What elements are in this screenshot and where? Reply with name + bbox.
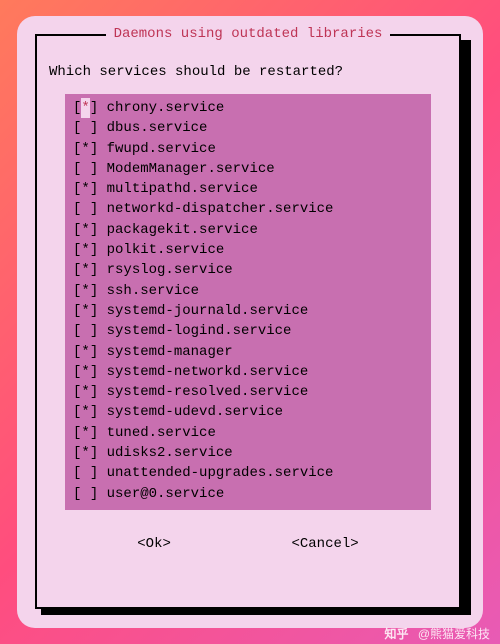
service-name: user@0.service: [107, 486, 225, 502]
service-row[interactable]: [*] systemd-networkd.service: [73, 362, 423, 382]
service-name: udisks2.service: [107, 445, 233, 461]
service-checkbox[interactable]: *: [81, 281, 89, 301]
dialog-box: Daemons using outdated libraries Which s…: [35, 34, 461, 609]
service-row[interactable]: [ ] systemd-logind.service: [73, 321, 423, 341]
service-name: dbus.service: [107, 120, 208, 136]
cancel-button[interactable]: <Cancel>: [291, 536, 358, 552]
service-checkbox[interactable]: [81, 321, 89, 341]
service-row[interactable]: [*] fwupd.service: [73, 139, 423, 159]
service-checkbox[interactable]: [81, 118, 89, 138]
watermark-brand: 知乎: [384, 627, 408, 641]
service-row[interactable]: [*] udisks2.service: [73, 443, 423, 463]
service-checkbox[interactable]: *: [81, 342, 89, 362]
service-checkbox[interactable]: *: [81, 362, 89, 382]
service-name: packagekit.service: [107, 222, 258, 238]
watermark: 知乎 @熊猫爱科技: [384, 625, 490, 642]
service-checkbox[interactable]: *: [81, 139, 89, 159]
service-row[interactable]: [*] packagekit.service: [73, 220, 423, 240]
service-checkbox[interactable]: *: [81, 240, 89, 260]
service-row[interactable]: [*] multipathd.service: [73, 179, 423, 199]
service-checkbox[interactable]: *: [81, 260, 89, 280]
service-list[interactable]: [*] chrony.service[ ] dbus.service[*] fw…: [65, 94, 431, 510]
dialog-title-wrap: Daemons using outdated libraries: [37, 26, 459, 42]
service-checkbox[interactable]: *: [81, 179, 89, 199]
service-name: systemd-networkd.service: [107, 364, 309, 380]
dialog-buttons: <Ok> <Cancel>: [77, 536, 419, 552]
service-row[interactable]: [*] polkit.service: [73, 240, 423, 260]
service-row[interactable]: [ ] networkd-dispatcher.service: [73, 199, 423, 219]
service-checkbox[interactable]: [81, 199, 89, 219]
service-name: ModemManager.service: [107, 161, 275, 177]
service-checkbox[interactable]: [81, 463, 89, 483]
service-name: multipathd.service: [107, 181, 258, 197]
service-row[interactable]: [*] systemd-journald.service: [73, 301, 423, 321]
dialog-title: Daemons using outdated libraries: [106, 26, 391, 42]
service-name: networkd-dispatcher.service: [107, 201, 334, 217]
service-checkbox[interactable]: *: [81, 382, 89, 402]
service-name: unattended-upgrades.service: [107, 465, 334, 481]
service-row[interactable]: [ ] dbus.service: [73, 118, 423, 138]
service-checkbox[interactable]: *: [81, 423, 89, 443]
service-name: tuned.service: [107, 425, 216, 441]
service-checkbox[interactable]: *: [81, 443, 89, 463]
service-row[interactable]: [*] systemd-manager: [73, 342, 423, 362]
service-row[interactable]: [ ] user@0.service: [73, 484, 423, 504]
service-name: chrony.service: [107, 100, 225, 116]
service-row[interactable]: [ ] unattended-upgrades.service: [73, 463, 423, 483]
dialog-prompt: Which services should be restarted?: [49, 64, 459, 80]
service-name: systemd-logind.service: [107, 323, 292, 339]
service-name: ssh.service: [107, 283, 199, 299]
service-checkbox[interactable]: *: [81, 301, 89, 321]
service-row[interactable]: [*] chrony.service: [73, 98, 423, 118]
card-container: Daemons using outdated libraries Which s…: [17, 16, 483, 628]
service-name: fwupd.service: [107, 141, 216, 157]
service-checkbox[interactable]: *: [81, 402, 89, 422]
service-row[interactable]: [ ] ModemManager.service: [73, 159, 423, 179]
service-name: systemd-journald.service: [107, 303, 309, 319]
service-name: systemd-resolved.service: [107, 384, 309, 400]
service-row[interactable]: [*] tuned.service: [73, 423, 423, 443]
service-name: polkit.service: [107, 242, 225, 258]
dialog-shadow: Daemons using outdated libraries Which s…: [35, 34, 465, 609]
service-name: rsyslog.service: [107, 262, 233, 278]
service-name: systemd-udevd.service: [107, 404, 283, 420]
service-row[interactable]: [*] rsyslog.service: [73, 260, 423, 280]
watermark-author: @熊猫爱科技: [418, 627, 490, 641]
service-row[interactable]: [*] systemd-udevd.service: [73, 402, 423, 422]
service-checkbox[interactable]: [81, 484, 89, 504]
service-checkbox[interactable]: *: [81, 220, 89, 240]
ok-button[interactable]: <Ok>: [137, 536, 171, 552]
service-checkbox[interactable]: *: [81, 98, 89, 118]
service-checkbox[interactable]: [81, 159, 89, 179]
service-name: systemd-manager: [107, 344, 233, 360]
service-row[interactable]: [*] systemd-resolved.service: [73, 382, 423, 402]
service-row[interactable]: [*] ssh.service: [73, 281, 423, 301]
